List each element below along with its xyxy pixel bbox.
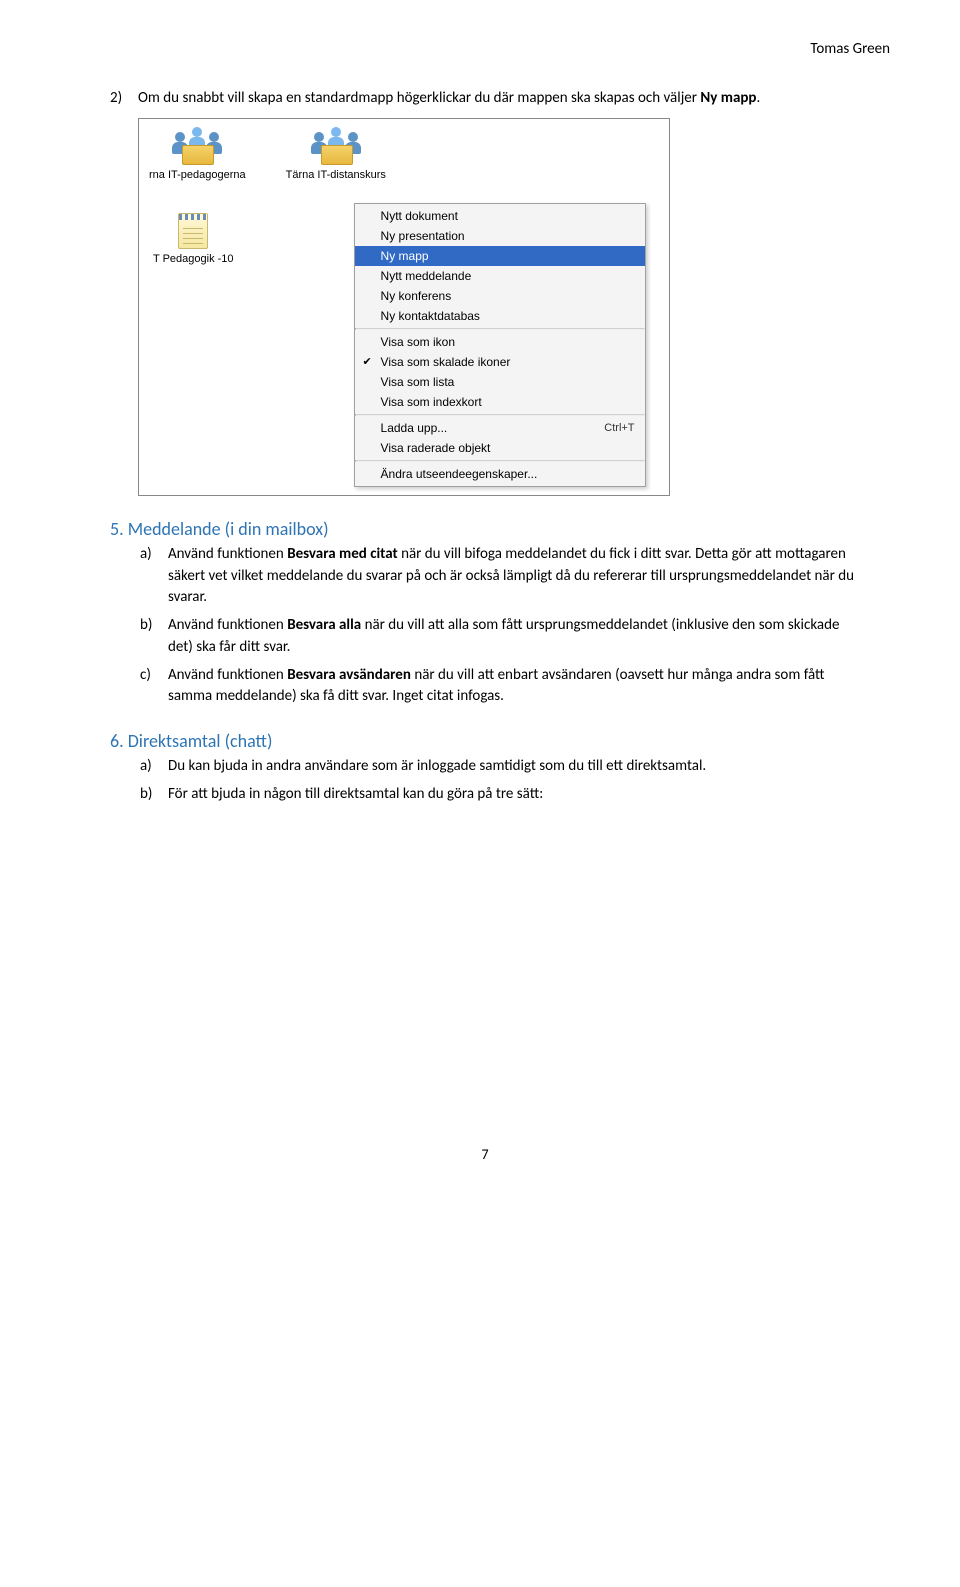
step-2-bold: Ny mapp xyxy=(700,89,756,107)
text-bold: Besvara alla xyxy=(287,616,361,634)
screenshot-panel: rna IT-pedagogerna Tärna IT-distanskurs … xyxy=(138,118,670,496)
menu-item-label: Ny konferens xyxy=(381,289,635,303)
section-5-a-content: Använd funktionen Besvara med citat när … xyxy=(168,544,860,609)
menu-item-label: Visa som lista xyxy=(381,375,635,389)
section-5-b-content: Använd funktionen Besvara alla när du vi… xyxy=(168,615,860,659)
desktop-item-3[interactable]: T Pedagogik -10 xyxy=(153,213,234,265)
step-2-content: Om du snabbt vill skapa en standardmapp … xyxy=(138,88,860,110)
section-5-c-content: Använd funktionen Besvara avsändaren när… xyxy=(168,665,860,709)
list-marker-a: a) xyxy=(140,756,168,778)
group-icon xyxy=(172,127,222,165)
menu-item-label: Ny presentation xyxy=(381,229,635,243)
menu-item-visa-som-lista[interactable]: Visa som lista xyxy=(355,372,645,392)
menu-item-visa-som-skalade-ikoner[interactable]: Visa som skalade ikoner xyxy=(355,352,645,372)
menu-item-ny-presentation[interactable]: Ny presentation xyxy=(355,226,645,246)
section-6-a: a) Du kan bjuda in andra användare som ä… xyxy=(140,756,860,778)
menu-item-visa-som-ikon[interactable]: Visa som ikon xyxy=(355,332,645,352)
menu-group-4: Ändra utseendeegenskaper... xyxy=(355,462,645,486)
list-marker-b: b) xyxy=(140,784,168,806)
menu-item-label: Ny mapp xyxy=(381,249,635,263)
desktop-item-3-label: T Pedagogik -10 xyxy=(153,253,234,265)
text: Använd funktionen xyxy=(168,545,287,563)
section-5-a: a) Använd funktionen Besvara med citat n… xyxy=(140,544,860,609)
page-number: 7 xyxy=(110,1146,860,1163)
menu-item-ladda-upp[interactable]: Ladda upp... Ctrl+T xyxy=(355,418,645,438)
menu-item-label: Nytt dokument xyxy=(381,209,635,223)
menu-item-ny-kontaktdatabas[interactable]: Ny kontaktdatabas xyxy=(355,306,645,326)
menu-group-1: Nytt dokument Ny presentation Ny mapp Ny… xyxy=(355,204,645,328)
desktop-item-2[interactable]: Tärna IT-distanskurs xyxy=(286,127,386,181)
menu-item-label: Ändra utseendeegenskaper... xyxy=(381,467,635,481)
text: Använd funktionen xyxy=(168,666,287,684)
text: Använd funktionen xyxy=(168,616,287,634)
desktop-item-1[interactable]: rna IT-pedagogerna xyxy=(149,127,246,181)
menu-item-nytt-meddelande[interactable]: Nytt meddelande xyxy=(355,266,645,286)
section-6-b: b) För att bjuda in någon till direktsam… xyxy=(140,784,860,806)
menu-group-2: Visa som ikon Visa som skalade ikoner Vi… xyxy=(355,330,645,414)
text-bold: Besvara avsändaren xyxy=(287,666,411,684)
menu-item-label: Ladda upp... xyxy=(381,421,605,435)
step-2-marker: 2) xyxy=(110,88,138,110)
menu-item-visa-raderade-objekt[interactable]: Visa raderade objekt xyxy=(355,438,645,458)
menu-item-nytt-dokument[interactable]: Nytt dokument xyxy=(355,206,645,226)
notepad-icon xyxy=(178,213,208,249)
menu-item-label: Visa som indexkort xyxy=(381,395,635,409)
section-5-b: b) Använd funktionen Besvara alla när du… xyxy=(140,615,860,659)
step-2-text-after: . xyxy=(756,89,760,107)
section-5-heading: 5. Meddelande (i din mailbox) xyxy=(110,518,860,540)
list-marker-b: b) xyxy=(140,615,168,659)
menu-item-visa-som-indexkort[interactable]: Visa som indexkort xyxy=(355,392,645,412)
menu-item-label: Visa som ikon xyxy=(381,335,635,349)
list-marker-a: a) xyxy=(140,544,168,609)
menu-item-label: Ny kontaktdatabas xyxy=(381,309,635,323)
menu-item-label: Visa som skalade ikoner xyxy=(381,355,635,369)
desktop-item-2-label: Tärna IT-distanskurs xyxy=(286,169,386,181)
menu-item-andra-utseende[interactable]: Ändra utseendeegenskaper... xyxy=(355,464,645,484)
screenshot-icons-row: rna IT-pedagogerna Tärna IT-distanskurs xyxy=(139,119,669,183)
context-menu: Nytt dokument Ny presentation Ny mapp Ny… xyxy=(354,203,646,487)
desktop-item-1-label: rna IT-pedagogerna xyxy=(149,169,246,181)
section-6-heading: 6. Direktsamtal (chatt) xyxy=(110,730,860,752)
group-icon xyxy=(311,127,361,165)
step-2: 2) Om du snabbt vill skapa en standardma… xyxy=(110,88,860,110)
folder-icon xyxy=(321,145,353,165)
step-2-text-before: Om du snabbt vill skapa en standardmapp … xyxy=(138,89,700,107)
menu-item-ny-mapp[interactable]: Ny mapp xyxy=(355,246,645,266)
section-6-b-content: För att bjuda in någon till direktsamtal… xyxy=(168,784,860,806)
menu-item-label: Nytt meddelande xyxy=(381,269,635,283)
text-bold: Besvara med citat xyxy=(287,545,398,563)
folder-icon xyxy=(182,145,214,165)
menu-group-3: Ladda upp... Ctrl+T Visa raderade objekt xyxy=(355,416,645,460)
header-author: Tomas Green xyxy=(110,40,890,58)
list-marker-c: c) xyxy=(140,665,168,709)
menu-item-label: Visa raderade objekt xyxy=(381,441,635,455)
section-6-a-content: Du kan bjuda in andra användare som är i… xyxy=(168,756,860,778)
menu-item-shortcut: Ctrl+T xyxy=(604,422,634,434)
section-5-c: c) Använd funktionen Besvara avsändaren … xyxy=(140,665,860,709)
menu-item-ny-konferens[interactable]: Ny konferens xyxy=(355,286,645,306)
